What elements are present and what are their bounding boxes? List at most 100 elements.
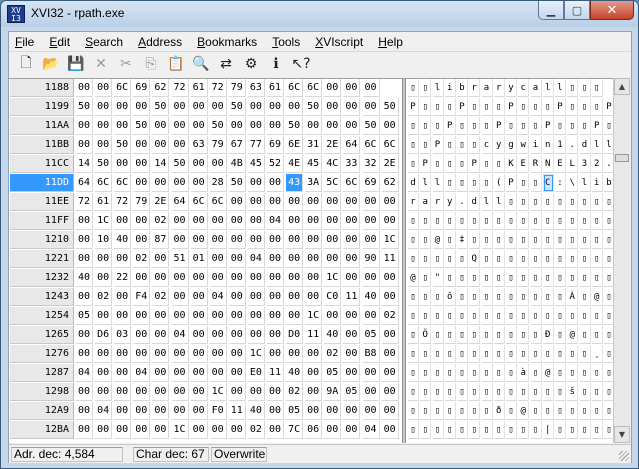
ascii-char-cell[interactable]: ▯ xyxy=(457,421,468,439)
ascii-char-cell[interactable]: ▯ xyxy=(481,307,493,325)
hex-byte-cell[interactable]: 00 xyxy=(95,364,113,382)
ascii-char-cell[interactable]: ▯ xyxy=(408,250,419,268)
ascii-char-cell[interactable]: ( xyxy=(493,174,505,192)
ascii-char-cell[interactable]: ▯ xyxy=(469,231,481,249)
hex-byte-cell[interactable]: 11 xyxy=(381,250,399,268)
hex-byte-cell[interactable]: 00 xyxy=(152,250,170,268)
ascii-char-cell[interactable]: ▯ xyxy=(408,383,419,401)
ascii-char-cell[interactable]: ▯ xyxy=(555,307,566,325)
hex-byte-cell[interactable]: 6C xyxy=(209,193,227,211)
ascii-char-cell[interactable]: ▯ xyxy=(444,269,456,287)
ascii-char-cell[interactable]: ▯ xyxy=(481,364,493,382)
hex-byte-cell[interactable]: 00 xyxy=(133,155,151,173)
ascii-char-cell[interactable]: ▯ xyxy=(420,345,432,363)
ascii-char-cell[interactable]: K xyxy=(506,155,517,173)
ascii-char-cell[interactable]: P xyxy=(506,98,517,116)
hex-byte-cell[interactable]: 00 xyxy=(114,155,132,173)
context-help-button[interactable]: ↖? xyxy=(290,53,312,75)
hex-byte-cell[interactable]: 7C xyxy=(286,421,304,439)
ascii-char-cell[interactable]: ▯ xyxy=(604,250,613,268)
ascii-char-cell[interactable]: ▯ xyxy=(469,326,481,344)
hex-byte-cell[interactable]: 00 xyxy=(95,79,113,97)
hex-byte-cell[interactable]: 00 xyxy=(95,136,113,154)
ascii-char-cell[interactable]: ▯ xyxy=(530,231,542,249)
ascii-char-cell[interactable]: ▯ xyxy=(604,402,613,420)
hex-byte-cell[interactable]: 00 xyxy=(114,402,132,420)
ascii-char-cell[interactable]: ▯ xyxy=(420,250,432,268)
minimize-button[interactable]: ▁ xyxy=(538,1,564,20)
ascii-char-cell[interactable]: ▯ xyxy=(567,79,579,97)
ascii-char-cell[interactable]: ▯ xyxy=(518,193,530,211)
ascii-char-cell[interactable]: ▯ xyxy=(604,117,613,135)
hex-byte-cell[interactable]: 64 xyxy=(76,174,93,192)
hex-byte-cell[interactable]: 05 xyxy=(343,383,361,401)
hex-byte-cell[interactable]: 00 xyxy=(267,231,284,249)
hex-byte-cell[interactable]: 00 xyxy=(190,326,208,344)
hex-byte-cell[interactable]: 00 xyxy=(171,231,189,249)
ascii-char-cell[interactable]: ▯ xyxy=(432,383,444,401)
ascii-char-cell[interactable]: ▯ xyxy=(469,345,481,363)
hex-byte-cell[interactable]: 00 xyxy=(305,402,323,420)
ascii-char-cell[interactable]: ▯ xyxy=(506,193,517,211)
ascii-char-cell[interactable]: ▯ xyxy=(506,326,517,344)
hex-byte-cell[interactable]: 00 xyxy=(133,98,151,116)
hex-byte-cell[interactable]: 00 xyxy=(76,345,93,363)
ascii-char-cell[interactable]: @ xyxy=(542,364,554,382)
ascii-char-cell[interactable]: ▯ xyxy=(518,269,530,287)
hex-byte-cell[interactable]: 05 xyxy=(362,326,380,344)
hex-byte-cell[interactable]: 2E xyxy=(324,136,342,154)
ascii-char-cell[interactable]: ▯ xyxy=(469,288,481,306)
hex-byte-cell[interactable]: 00 xyxy=(286,307,304,325)
hex-byte-cell[interactable]: 00 xyxy=(267,288,284,306)
hex-byte-cell[interactable]: 00 xyxy=(362,383,380,401)
hex-byte-cell[interactable]: 00 xyxy=(152,174,170,192)
hex-byte-cell[interactable]: 04 xyxy=(133,364,151,382)
menu-edit[interactable]: Edit xyxy=(49,35,70,49)
ascii-char-cell[interactable]: ▯ xyxy=(408,136,419,154)
hex-byte-cell[interactable]: 00 xyxy=(76,402,93,420)
ascii-char-cell[interactable]: N xyxy=(542,155,554,173)
hex-byte-cell[interactable]: 02 xyxy=(324,345,342,363)
ascii-char-cell[interactable]: y xyxy=(444,193,456,211)
hex-byte-cell[interactable]: 6C xyxy=(114,79,132,97)
hex-byte-cell[interactable]: 31 xyxy=(305,136,323,154)
resize-grip[interactable] xyxy=(619,451,629,461)
ascii-char-cell[interactable]: ▯ xyxy=(420,98,432,116)
hex-byte-cell[interactable]: 00 xyxy=(133,402,151,420)
hex-byte-cell[interactable]: 00 xyxy=(133,383,151,401)
ascii-char-cell[interactable]: b xyxy=(604,174,613,192)
ascii-char-cell[interactable]: ▯ xyxy=(542,231,554,249)
ascii-char-cell[interactable]: ▯ xyxy=(542,212,554,230)
ascii-char-cell[interactable]: ▯ xyxy=(579,117,591,135)
ascii-char-cell[interactable]: ▯ xyxy=(542,269,554,287)
ascii-char-cell[interactable]: i xyxy=(530,136,542,154)
ascii-char-cell[interactable]: g xyxy=(506,136,517,154)
ascii-char-cell[interactable]: ▯ xyxy=(530,98,542,116)
hex-byte-cell[interactable]: 1C xyxy=(381,231,399,249)
hex-byte-cell[interactable]: 00 xyxy=(114,307,132,325)
ascii-char-cell[interactable]: ▯ xyxy=(555,402,566,420)
hex-byte-cell[interactable]: 02 xyxy=(152,212,170,230)
ascii-char-cell[interactable]: ▯ xyxy=(493,307,505,325)
hex-byte-cell[interactable]: 6C xyxy=(362,136,380,154)
ascii-char-cell[interactable]: ▯ xyxy=(506,269,517,287)
hex-byte-cell[interactable]: 00 xyxy=(286,193,304,211)
ascii-char-cell[interactable]: ▯ xyxy=(481,345,493,363)
hex-byte-cell[interactable]: 04 xyxy=(247,250,265,268)
xvi32-app-icon[interactable]: XV I3 xyxy=(7,5,25,23)
ascii-char-cell[interactable]: ▯ xyxy=(420,117,432,135)
ascii-char-cell[interactable]: ▯ xyxy=(457,136,468,154)
ascii-char-cell[interactable]: ▯ xyxy=(591,402,603,420)
ascii-char-cell[interactable]: l xyxy=(579,174,591,192)
ascii-char-cell[interactable]: ▯ xyxy=(579,269,591,287)
ascii-char-cell[interactable]: ▯ xyxy=(530,117,542,135)
hex-byte-cell[interactable]: D6 xyxy=(95,326,113,344)
hex-byte-cell[interactable]: 00 xyxy=(133,307,151,325)
hex-byte-cell[interactable]: 00 xyxy=(76,383,93,401)
hex-byte-cell[interactable]: 00 xyxy=(228,269,246,287)
hex-byte-cell[interactable]: 00 xyxy=(343,250,361,268)
hex-byte-cell[interactable]: 00 xyxy=(95,250,113,268)
ascii-char-cell[interactable]: ▯ xyxy=(567,117,579,135)
hex-byte-cell[interactable]: 00 xyxy=(247,326,265,344)
ascii-char-cell[interactable]: ▯ xyxy=(579,383,591,401)
